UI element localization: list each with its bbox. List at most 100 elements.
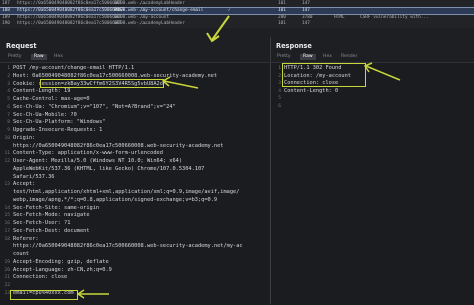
- history-cell-method: GET: [114, 21, 122, 27]
- line-text: Accept-Encoding: gzip, deflate: [13, 258, 109, 265]
- response-tab-pretty[interactable]: Pretty: [274, 54, 294, 60]
- line-text: Sec-Ch-Ua-Mobile: ?0: [13, 111, 77, 118]
- line-number: 12: [4, 159, 10, 164]
- email-arrow-icon: [76, 289, 109, 299]
- line-text: AppleWebKit/537.36 (KHTML, like Gecko) C…: [13, 165, 205, 172]
- request-tab-hex[interactable]: Hex: [51, 54, 66, 60]
- line-number: 15: [4, 213, 10, 219]
- history-cell-path: /my-account/change-email: [140, 7, 204, 13]
- line-text: POST /my-account/change-email HTTP/1.1: [13, 65, 135, 71]
- history-cell-title: CSRF vulnerability with...: [360, 14, 429, 20]
- cookie-arrow-icon: [161, 76, 199, 89]
- line-number: 22: [4, 283, 10, 288]
- history-cell-status: 101: [278, 21, 286, 27]
- line-number: 3: [278, 81, 281, 87]
- line-number: 1: [7, 66, 10, 71]
- history-cell-len: 147: [302, 7, 310, 13]
- line-number: 14: [4, 205, 10, 211]
- line-text: Safari/537.36: [13, 173, 55, 180]
- line-number: 20: [4, 267, 10, 273]
- history-cell-path: /academyLabHeader: [140, 1, 185, 6]
- line-number: 10: [4, 135, 10, 141]
- line-text: Content-Length: 0: [284, 87, 339, 94]
- history-cell-method: POST: [114, 7, 125, 13]
- history-cell-num: 190: [2, 21, 10, 27]
- http-history-table: 187 https://0a650049048082f86c0ea17c50066…: [0, 0, 474, 28]
- line-text: Accept-Language: zh-CN,zh;q=0.9: [13, 266, 112, 273]
- line-number: 8: [7, 120, 10, 126]
- line-number: 4: [7, 89, 10, 95]
- line-text: Referer:: [13, 235, 39, 242]
- cookie-highlight: [40, 79, 164, 88]
- line-number: 11: [4, 151, 10, 157]
- request-title: Request: [6, 42, 37, 50]
- response-arrow-icon: [363, 62, 401, 81]
- response-tab-render[interactable]: Render: [338, 54, 360, 60]
- line-number: 6: [7, 104, 10, 110]
- annotation-arrow-icon: [206, 15, 230, 43]
- line-number: 6: [278, 104, 281, 109]
- line-number: 9: [7, 128, 10, 133]
- response-tab-raw[interactable]: Raw: [300, 54, 316, 60]
- line-text: Sec-Fetch-User: ?1: [13, 220, 71, 226]
- line-number: 2: [278, 73, 281, 79]
- line-text: count: [13, 251, 29, 257]
- line-text: Connection: close: [13, 274, 68, 281]
- line-text: Sec-Fetch-Dest: document: [13, 227, 90, 234]
- line-text: Content-Type: application/x-www-form-url…: [13, 150, 163, 157]
- line-text: Content-Length: 19: [13, 88, 71, 95]
- history-cell-url: https://0a650049048082f86c0ea17c50066000…: [17, 7, 147, 13]
- history-cell-len: 147: [302, 1, 310, 6]
- line-number: 3: [7, 81, 10, 87]
- request-tab-raw[interactable]: Raw: [31, 54, 47, 60]
- history-row[interactable]: 187 https://0a650049048082f86c0ea17c50066…: [0, 1, 474, 8]
- line-text: https://0a650049048082f86c0ea17c50066000…: [13, 243, 243, 250]
- line-number: 21: [4, 275, 10, 281]
- line-text: text/html,application/xhtml+xml,applicat…: [13, 189, 240, 195]
- history-cell-len: 147: [302, 21, 310, 27]
- line-number: 16: [4, 221, 10, 226]
- response-status-highlight: [282, 63, 366, 87]
- line-number: 17: [4, 228, 10, 234]
- line-text: Sec-Ch-Ua: "Chromium";v="107", "Not=A?Br…: [13, 103, 176, 110]
- response-tab-hex[interactable]: Hex: [320, 54, 335, 60]
- history-cell-num: 188: [2, 7, 10, 13]
- response-title: Response: [276, 42, 312, 50]
- line-number: 7: [7, 112, 10, 118]
- response-tabs: Pretty Raw Hex Render: [274, 53, 470, 61]
- line-text: Sec-Fetch-Mode: navigate: [13, 212, 90, 219]
- line-text: Cache-Control: max-age=0: [13, 96, 90, 102]
- line-text: Upgrade-Insecure-Requests: 1: [13, 127, 103, 133]
- response-editor[interactable]: 1 HTTP/1.1 302 Found 2 Location: /my-accoun…: [271, 62, 474, 305]
- line-text: User-Agent: Mozilla/5.0 (Windows NT 10.0…: [13, 158, 183, 164]
- history-cell-status: 101: [278, 7, 286, 13]
- line-number: 4: [278, 88, 281, 94]
- history-cell-status: 101: [278, 1, 286, 6]
- email-body-highlight: [10, 290, 78, 300]
- line-number: 18: [4, 236, 10, 242]
- history-cell-num: 187: [2, 1, 10, 6]
- line-number: 1: [278, 66, 281, 71]
- line-number: 5: [278, 96, 281, 102]
- history-cell-path: /academyLabHeader: [140, 21, 185, 27]
- line-text: Sec-Ch-Ua-Platform: "Windows": [13, 119, 106, 126]
- line-text: Accept:: [13, 181, 36, 188]
- line-number: 2: [7, 73, 10, 79]
- line-number: 13: [4, 182, 10, 188]
- history-row[interactable]: 190 https://0a650049048082f86c0ea17c50066…: [0, 21, 474, 28]
- line-text: https://0a650049048082f86c0ea17c50066000…: [13, 142, 224, 149]
- history-cell-method: GET: [114, 1, 122, 6]
- history-cell-mime: HTML: [334, 14, 345, 20]
- request-editor[interactable]: 1 POST /my-account/change-email HTTP/1.1 2…: [0, 62, 269, 305]
- history-cell-url: https://0a650049048082f86c0ea17c50066000…: [17, 21, 147, 27]
- line-text: Sec-Fetch-Site: same-origin: [13, 204, 100, 211]
- line-text: webp,image/apng,*/*;q=0.8,application/si…: [13, 196, 218, 203]
- line-number: 5: [7, 97, 10, 102]
- request-tab-pretty[interactable]: Pretty: [5, 54, 25, 60]
- history-row[interactable]: 188 https://0a650049048082f86c0ea17c50066…: [0, 6, 474, 16]
- request-tabs: Pretty Raw Hex: [5, 53, 265, 61]
- line-number: 19: [4, 259, 10, 265]
- line-number: 23: [4, 290, 10, 296]
- history-cell-url: https://0a650049048082f86c0ea17c50066000…: [17, 1, 147, 6]
- line-text: Origin:: [13, 134, 36, 141]
